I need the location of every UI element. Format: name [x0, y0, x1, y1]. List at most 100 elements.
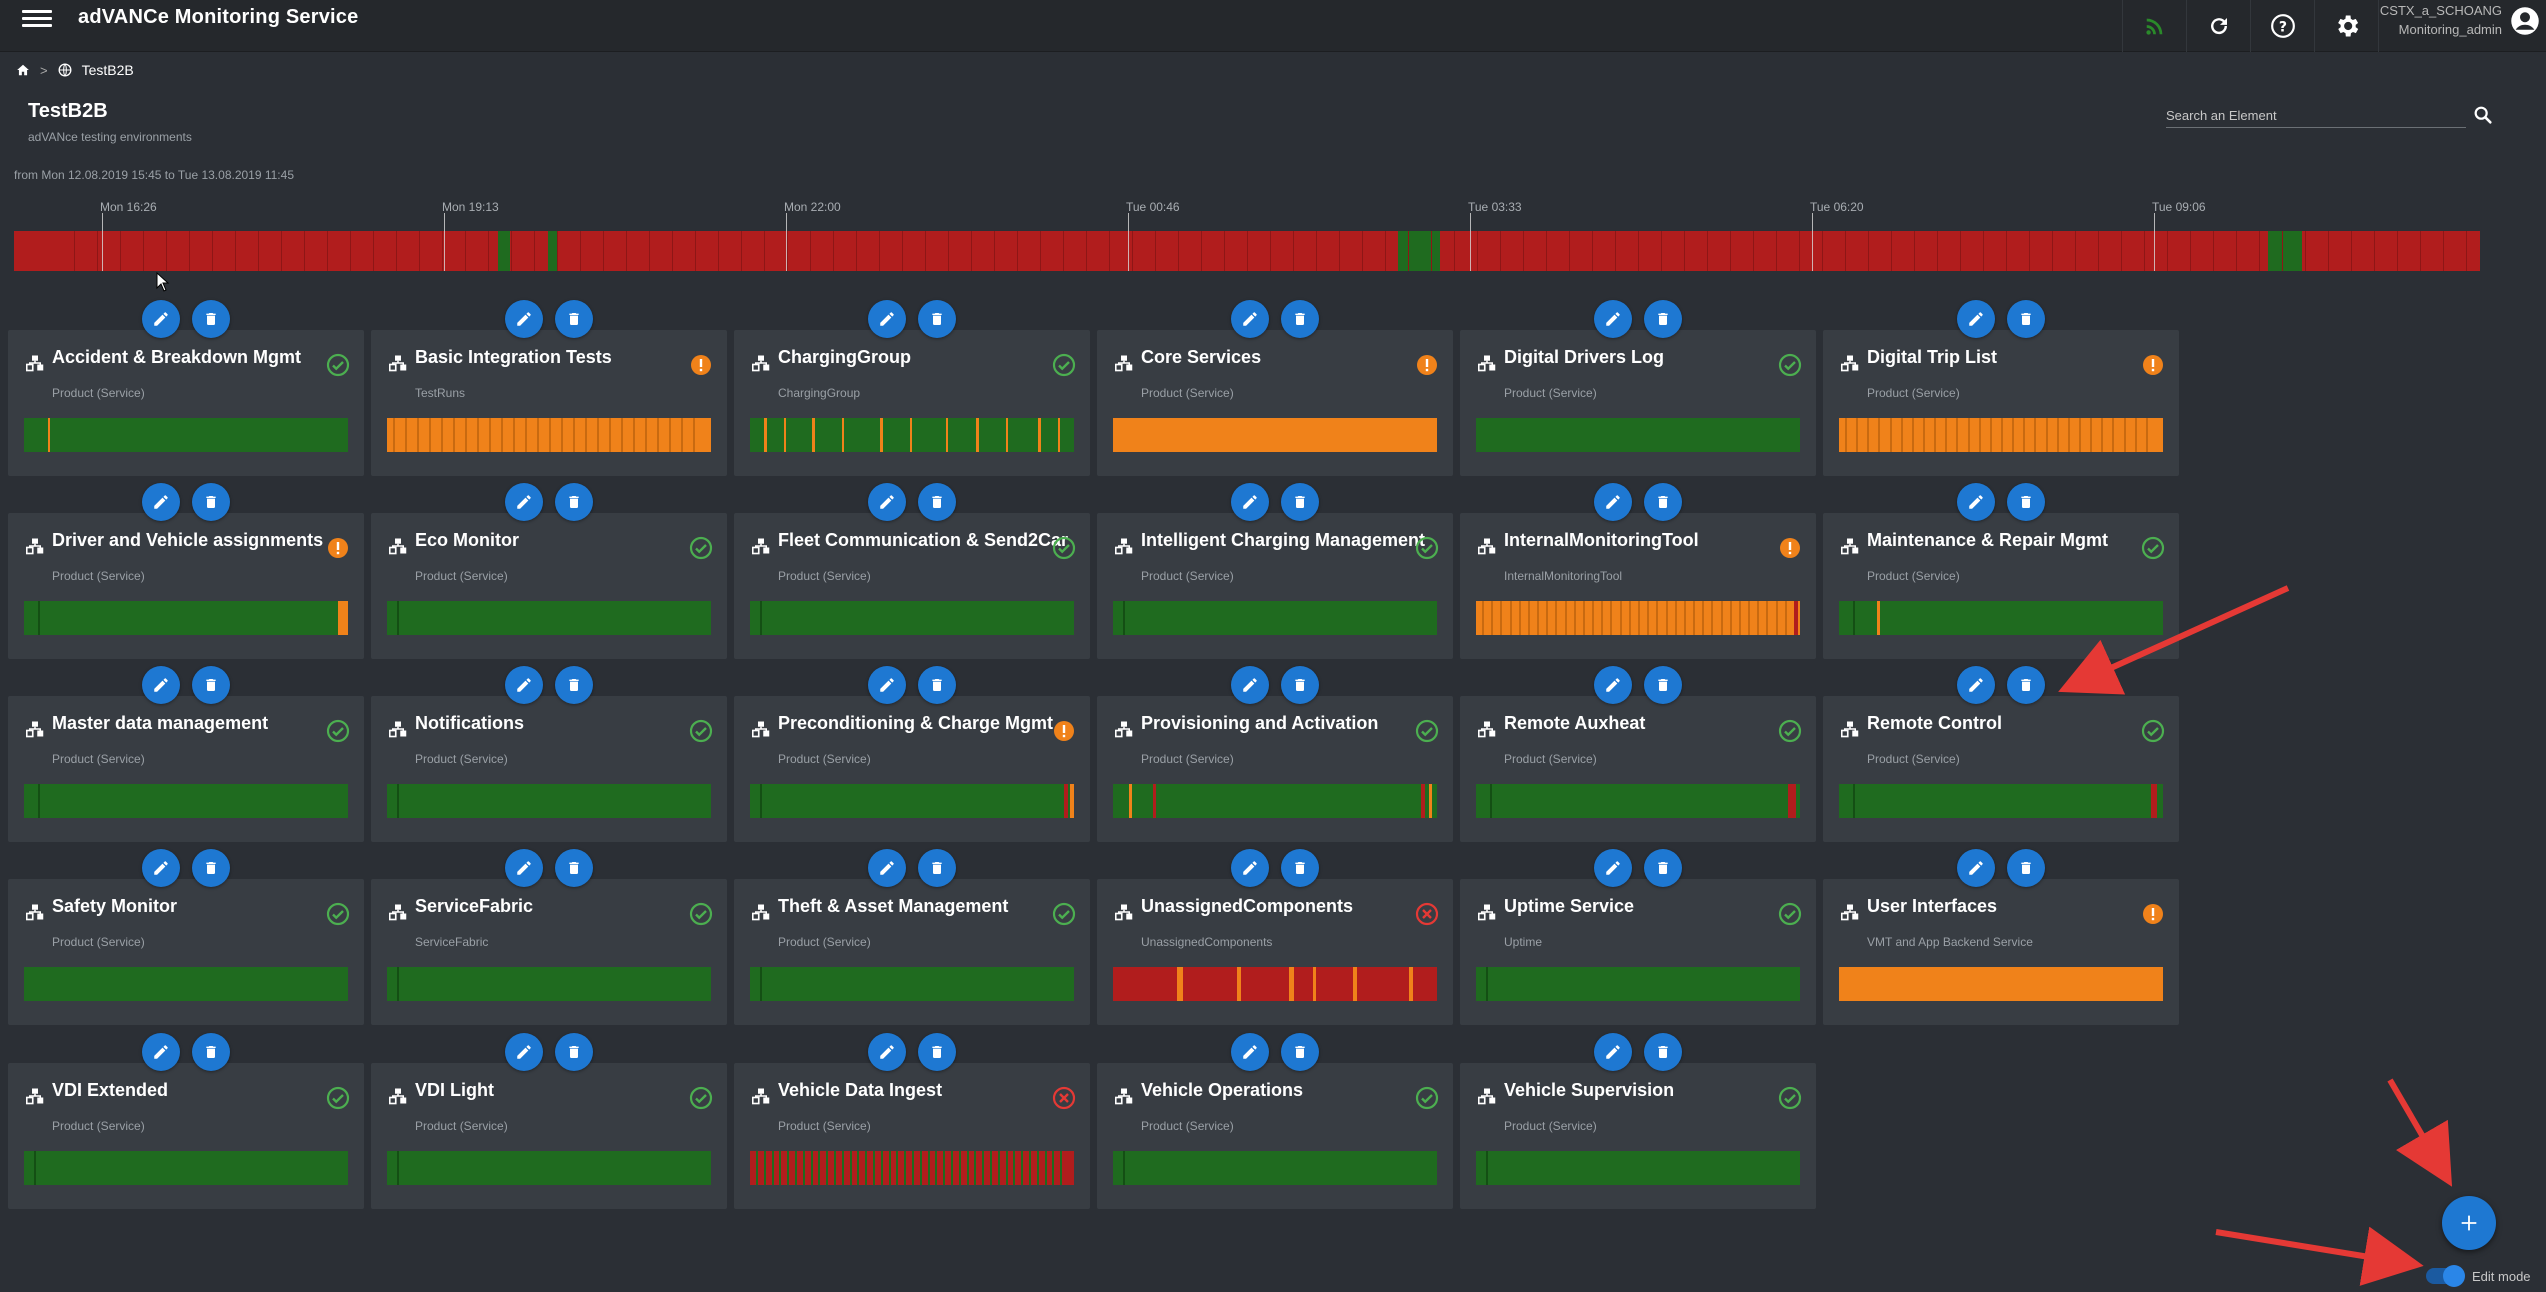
delete-button[interactable] — [2007, 666, 2045, 704]
element-card[interactable]: Core Services Product (Service) — [1097, 300, 1453, 476]
edit-button[interactable] — [868, 300, 906, 338]
card-history-bar[interactable] — [387, 418, 711, 452]
delete-button[interactable] — [918, 1033, 956, 1071]
element-card[interactable]: Safety Monitor Product (Service) — [8, 849, 364, 1025]
breadcrumb-current[interactable]: TestB2B — [82, 62, 134, 78]
delete-button[interactable] — [918, 300, 956, 338]
element-card[interactable]: UnassignedComponents UnassignedComponents — [1097, 849, 1453, 1025]
edit-button[interactable] — [505, 483, 543, 521]
card-history-bar[interactable] — [1839, 967, 2163, 1001]
delete-button[interactable] — [555, 849, 593, 887]
element-card[interactable]: Accident & Breakdown Mgmt Product (Servic… — [8, 300, 364, 476]
edit-button[interactable] — [868, 849, 906, 887]
delete-button[interactable] — [1281, 300, 1319, 338]
delete-button[interactable] — [1644, 483, 1682, 521]
edit-button[interactable] — [868, 483, 906, 521]
element-card[interactable]: VDI Light Product (Service) — [371, 1033, 727, 1209]
element-card[interactable]: InternalMonitoringTool InternalMonitoring… — [1460, 483, 1816, 659]
card-title[interactable]: Digital Trip List — [1867, 347, 1997, 368]
help-icon[interactable]: ? — [2250, 0, 2314, 52]
edit-button[interactable] — [868, 666, 906, 704]
rss-feed-icon[interactable] — [2122, 0, 2186, 52]
timeline-bar[interactable] — [14, 231, 2480, 271]
element-card[interactable]: Preconditioning & Charge Mgmt Product (Se… — [734, 666, 1090, 842]
edit-button[interactable] — [142, 666, 180, 704]
delete-button[interactable] — [1644, 666, 1682, 704]
card-history-bar[interactable] — [750, 418, 1074, 452]
card-title[interactable]: Fleet Communication & Send2Car — [778, 530, 1068, 551]
edit-button[interactable] — [142, 300, 180, 338]
card-history-bar[interactable] — [1476, 967, 1800, 1001]
delete-button[interactable] — [555, 666, 593, 704]
delete-button[interactable] — [1281, 1033, 1319, 1071]
add-element-button[interactable] — [2442, 1196, 2496, 1250]
card-title[interactable]: Vehicle Operations — [1141, 1080, 1303, 1101]
card-title[interactable]: Master data management — [52, 713, 268, 734]
card-history-bar[interactable] — [750, 967, 1074, 1001]
card-history-bar[interactable] — [1839, 784, 2163, 818]
home-icon[interactable] — [16, 63, 30, 77]
edit-button[interactable] — [868, 1033, 906, 1071]
card-title[interactable]: Remote Control — [1867, 713, 2002, 734]
edit-button[interactable] — [1594, 666, 1632, 704]
card-title[interactable]: ChargingGroup — [778, 347, 911, 368]
edit-button[interactable] — [1594, 300, 1632, 338]
element-card[interactable]: Maintenance & Repair Mgmt Product (Servic… — [1823, 483, 2179, 659]
search-icon[interactable] — [2472, 104, 2494, 126]
card-history-bar[interactable] — [387, 784, 711, 818]
edit-button[interactable] — [505, 300, 543, 338]
edit-button[interactable] — [505, 1033, 543, 1071]
element-card[interactable]: Vehicle Data Ingest Product (Service) — [734, 1033, 1090, 1209]
edit-button[interactable] — [142, 1033, 180, 1071]
settings-gear-icon[interactable] — [2314, 0, 2378, 52]
card-history-bar[interactable] — [1113, 601, 1437, 635]
card-title[interactable]: Vehicle Data Ingest — [778, 1080, 942, 1101]
element-card[interactable]: Intelligent Charging Management Product (… — [1097, 483, 1453, 659]
delete-button[interactable] — [918, 483, 956, 521]
card-history-bar[interactable] — [1113, 967, 1437, 1001]
element-card[interactable]: ChargingGroup ChargingGroup — [734, 300, 1090, 476]
delete-button[interactable] — [192, 1033, 230, 1071]
element-card[interactable]: Remote Auxheat Product (Service) — [1460, 666, 1816, 842]
element-card[interactable]: Vehicle Supervision Product (Service) — [1460, 1033, 1816, 1209]
element-card[interactable]: Notifications Product (Service) — [371, 666, 727, 842]
card-history-bar[interactable] — [387, 601, 711, 635]
delete-button[interactable] — [555, 1033, 593, 1071]
element-card[interactable]: ServiceFabric ServiceFabric — [371, 849, 727, 1025]
card-history-bar[interactable] — [1839, 418, 2163, 452]
edit-button[interactable] — [1231, 300, 1269, 338]
card-history-bar[interactable] — [1476, 601, 1800, 635]
edit-button[interactable] — [142, 483, 180, 521]
delete-button[interactable] — [192, 666, 230, 704]
search-input[interactable] — [2166, 104, 2446, 126]
delete-button[interactable] — [555, 483, 593, 521]
card-title[interactable]: Driver and Vehicle assignments — [52, 530, 323, 551]
edit-button[interactable] — [1231, 1033, 1269, 1071]
card-title[interactable]: Maintenance & Repair Mgmt — [1867, 530, 2108, 551]
card-history-bar[interactable] — [1476, 784, 1800, 818]
element-card[interactable]: Uptime Service Uptime — [1460, 849, 1816, 1025]
edit-mode-toggle[interactable] — [2426, 1265, 2465, 1287]
element-card[interactable]: Master data management Product (Service) — [8, 666, 364, 842]
card-history-bar[interactable] — [1113, 784, 1437, 818]
card-history-bar[interactable] — [387, 1151, 711, 1185]
card-title[interactable]: VDI Light — [415, 1080, 494, 1101]
element-card[interactable]: User Interfaces VMT and App Backend Servi… — [1823, 849, 2179, 1025]
delete-button[interactable] — [1644, 300, 1682, 338]
card-history-bar[interactable] — [24, 967, 348, 1001]
delete-button[interactable] — [2007, 849, 2045, 887]
element-card[interactable]: Theft & Asset Management Product (Service… — [734, 849, 1090, 1025]
edit-button[interactable] — [505, 849, 543, 887]
element-card[interactable]: Basic Integration Tests TestRuns — [371, 300, 727, 476]
card-title[interactable]: VDI Extended — [52, 1080, 168, 1101]
edit-mode-switch[interactable]: Edit mode — [2426, 1265, 2531, 1287]
edit-button[interactable] — [1594, 849, 1632, 887]
card-title[interactable]: Remote Auxheat — [1504, 713, 1645, 734]
element-card[interactable]: Digital Trip List Product (Service) — [1823, 300, 2179, 476]
card-title[interactable]: Safety Monitor — [52, 896, 177, 917]
delete-button[interactable] — [2007, 300, 2045, 338]
card-history-bar[interactable] — [750, 784, 1074, 818]
delete-button[interactable] — [1644, 849, 1682, 887]
card-title[interactable]: User Interfaces — [1867, 896, 1997, 917]
edit-button[interactable] — [1231, 666, 1269, 704]
